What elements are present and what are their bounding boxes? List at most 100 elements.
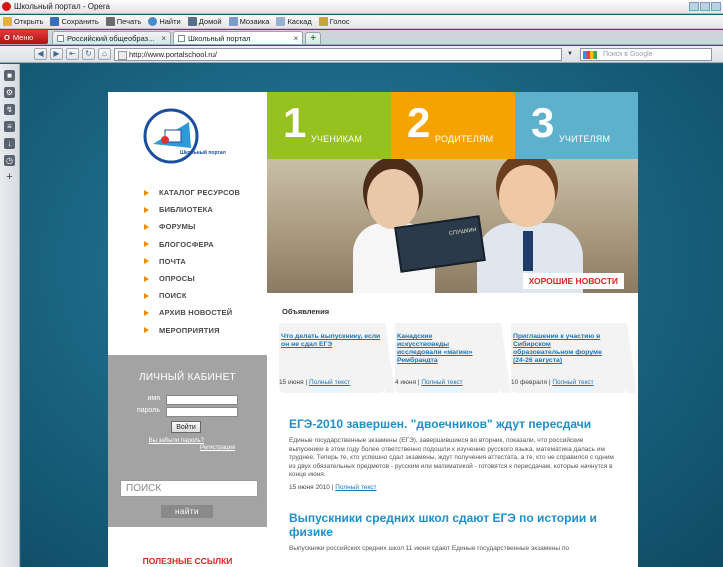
close-tab-icon[interactable]: × (161, 34, 166, 43)
cabinet-title: ЛИЧНЫЙ КАБИНЕТ (139, 372, 236, 383)
menu-item-library[interactable]: БИБЛИОТЕКА (144, 201, 267, 218)
section-teachers[interactable]: 3 УЧИТЕЛЯМ (515, 92, 638, 159)
rewind-icon: ⇤ (69, 49, 76, 58)
reload-button[interactable]: ↻ (82, 48, 95, 60)
news-title[interactable]: Выпускники средних школ сдают ЕГЭ по ист… (289, 511, 619, 539)
news-item: Выпускники средних школ сдают ЕГЭ по ист… (289, 511, 619, 554)
back-button[interactable]: ◀ (34, 48, 47, 60)
folder-icon (3, 17, 12, 26)
announcement-meta: 10 февраля | Полный текст (511, 379, 594, 386)
maximize-button[interactable] (700, 2, 710, 11)
new-tab-button[interactable]: + (305, 32, 322, 44)
section-label: УЧИТЕЛЯМ (559, 134, 611, 144)
forgot-password-link[interactable]: Вы забыли пароль? (108, 438, 204, 445)
news-meta: 15 июня 2010 | Полный текст (289, 483, 377, 491)
tab-russian-portal[interactable]: Российский общеобраз... × (52, 31, 172, 44)
site-search-button[interactable]: найти (161, 505, 213, 518)
announcement-card: Что делать выпускнику, если он не сдал Е… (279, 323, 395, 393)
print-button[interactable]: Печать (105, 17, 141, 26)
full-text-link[interactable]: Полный текст (335, 484, 376, 491)
announcement-link[interactable]: Что делать выпускнику, если он не сдал Е… (281, 333, 381, 349)
news-item: ЕГЭ-2010 завершен. "двоечников" ждут пер… (289, 417, 619, 491)
tile-icon (228, 17, 238, 26)
menu-item-catalog[interactable]: КАТАЛОГ РЕСУРСОВ (144, 184, 267, 201)
full-text-link[interactable]: Полный текст (552, 379, 593, 386)
close-window-button[interactable] (711, 2, 721, 11)
menu-item-search[interactable]: ПОИСК (144, 287, 267, 304)
left-column: Школьный портал КАТАЛОГ РЕСУРСОВ БИБЛИОТ… (108, 92, 267, 567)
rewind-button[interactable]: ⇤ (66, 48, 79, 60)
bookmarks-panel-icon[interactable]: ■ (4, 70, 15, 81)
orange-arrow-icon (144, 275, 149, 282)
find-button[interactable]: Найти (148, 17, 181, 26)
full-text-link[interactable]: Полный текст (309, 379, 350, 386)
tile-button[interactable]: Мозаика (228, 17, 269, 26)
minimize-button[interactable] (689, 2, 699, 11)
history-panel-icon[interactable]: ◷ (4, 155, 15, 166)
announcement-card: Приглашение к участию в Сибирском образо… (511, 323, 637, 393)
forward-button[interactable]: ▶ (50, 48, 63, 60)
announcement-meta: 4 июня | Полный текст (395, 379, 463, 386)
add-panel-icon[interactable]: + (4, 172, 15, 183)
browser-toolbar: Открыть Сохранить Печать Найти Домой Моз… (0, 15, 723, 29)
url-dropdown-icon[interactable]: ▼ (567, 51, 573, 57)
login-input[interactable] (166, 395, 238, 405)
menu-item-mail[interactable]: ПОЧТА (144, 253, 267, 270)
address-bar: ◀ ▶ ⇤ ↻ ⌂ http://www.portalschool.ru/ ▼ … (0, 46, 723, 63)
login-button[interactable]: Войти (171, 421, 201, 433)
menu-item-news-archive[interactable]: АРХИВ НОВОСТЕЙ (144, 304, 267, 321)
downloads-panel-icon[interactable]: ↓ (4, 138, 15, 149)
close-tab-icon[interactable]: × (294, 34, 299, 43)
open-button[interactable]: Открыть (3, 17, 43, 26)
section-students[interactable]: 1 УЧЕНИКАМ (267, 92, 391, 159)
site-logo[interactable]: Школьный портал (108, 92, 267, 174)
home-nav-button[interactable]: ⌂ (98, 48, 111, 60)
reload-icon: ↻ (85, 49, 92, 58)
url-input[interactable]: http://www.portalschool.ru/ (114, 47, 562, 61)
widgets-panel-icon[interactable]: ⚙ (4, 87, 15, 98)
menu-item-forums[interactable]: ФОРУМЫ (144, 218, 267, 235)
home-button[interactable]: Домой (187, 17, 222, 26)
menu-item-events[interactable]: МЕРОПРИЯТИЯ (144, 322, 267, 339)
tab-school-portal[interactable]: Школьный портал × (173, 31, 304, 44)
site-search-input[interactable]: ПОИСК (120, 480, 258, 497)
notes-panel-icon[interactable]: ≡ (4, 121, 15, 132)
section-parents[interactable]: 2 РОДИТЕЛЯМ (391, 92, 515, 159)
search-engine-input[interactable]: Поиск в Google (579, 47, 712, 61)
home-icon: ⌂ (102, 49, 107, 58)
full-text-link[interactable]: Полный текст (421, 379, 462, 386)
personal-cabinet: ЛИЧНЫЙ КАБИНЕТ имя пароль Войти Вы забыл… (108, 355, 267, 463)
google-icon[interactable] (582, 50, 597, 59)
orange-arrow-icon (144, 189, 149, 196)
register-link[interactable]: Регистрация (200, 445, 235, 451)
orange-arrow-icon (144, 327, 149, 334)
links-panel-icon[interactable]: ↯ (4, 104, 15, 115)
magnifier-icon (148, 17, 158, 26)
announcement-meta: 15 июня | Полный текст (279, 379, 351, 386)
good-news-link[interactable]: ХОРОШИЕ НОВОСТИ (522, 273, 624, 289)
boy-head (499, 165, 555, 227)
voice-button[interactable]: Голос (318, 17, 350, 26)
announcement-link[interactable]: Канадские искусствоведы исследовали «маг… (397, 333, 477, 365)
logo-caption: Школьный портал (180, 150, 226, 156)
page-favicon-icon (178, 34, 186, 42)
side-panel: ■ ⚙ ↯ ≡ ↓ ◷ + (0, 64, 20, 567)
password-input[interactable] (166, 407, 238, 417)
tab-bar: O Меню Российский общеобраз... × Школьны… (0, 30, 723, 45)
menu-item-polls[interactable]: ОПРОСЫ (144, 270, 267, 287)
news-title[interactable]: ЕГЭ-2010 завершен. "двоечников" ждут пер… (289, 417, 619, 431)
save-button[interactable]: Сохранить (50, 17, 99, 26)
menu-item-blogs[interactable]: БЛОГОСФЕРА (144, 236, 267, 253)
opera-menu-button[interactable]: O Меню (0, 30, 48, 44)
page-viewport: Школьный портал КАТАЛОГ РЕСУРСОВ БИБЛИОТ… (21, 64, 723, 567)
cascade-button[interactable]: Каскад (276, 17, 312, 26)
useful-links-heading[interactable]: ПОЛЕЗНЫЕ ССЫЛКИ (108, 556, 267, 566)
announcement-link[interactable]: Приглашение к участию в Сибирском образо… (513, 333, 609, 365)
news-text: Единые государственные экзамены (ЕГЭ), з… (289, 437, 614, 478)
announcements-heading: Объявления (282, 307, 330, 316)
site-page: Школьный портал КАТАЛОГ РЕСУРСОВ БИБЛИОТ… (108, 92, 638, 567)
window-title: Школьный портал - Opera (14, 2, 110, 11)
section-number: 3 (531, 99, 555, 146)
orange-arrow-icon (144, 258, 149, 265)
home-icon (187, 17, 197, 26)
